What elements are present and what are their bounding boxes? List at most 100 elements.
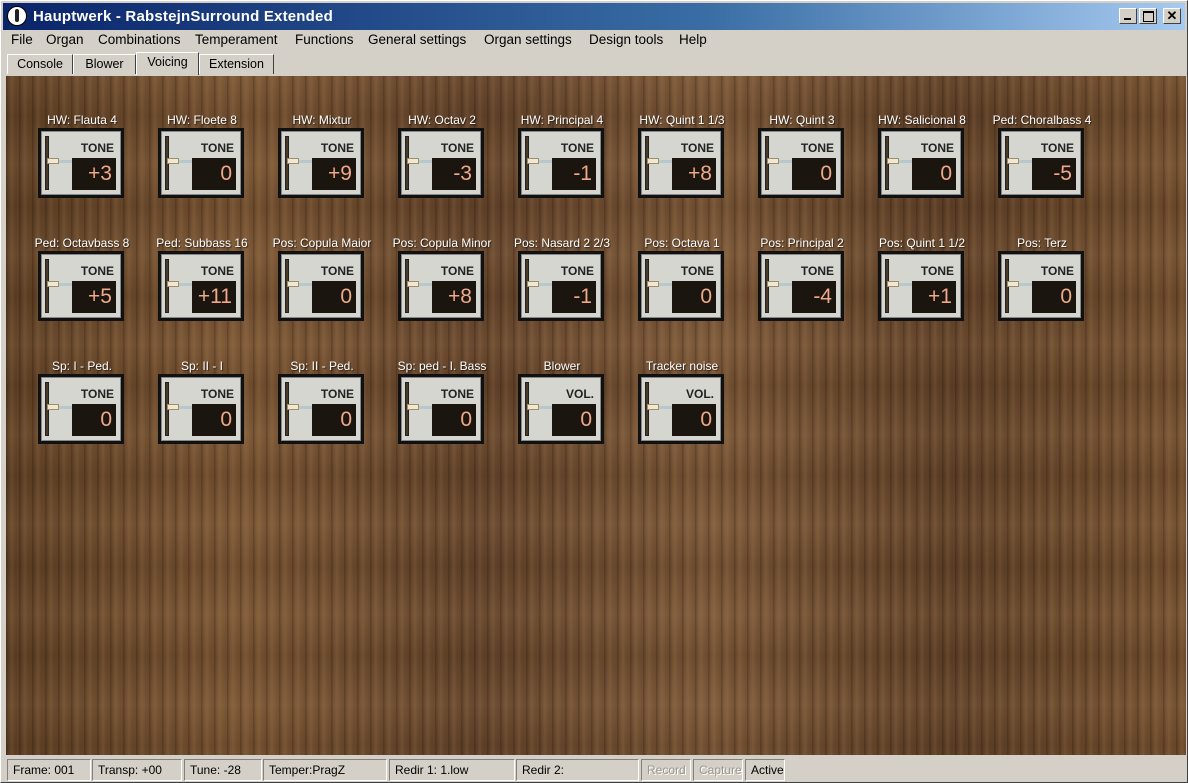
control-value-display: 0 [792, 158, 836, 190]
slider-handle[interactable] [47, 404, 59, 410]
voicing-control[interactable]: Ped: Choralbass 4 TONE -5 [993, 113, 1091, 198]
minimize-icon [1124, 18, 1131, 20]
voicing-control[interactable]: Ped: Octavbass 8 TONE +5 [34, 236, 130, 321]
voicing-control[interactable]: HW: Principal 4 TONE -1 [514, 113, 610, 198]
menu-organ[interactable]: Organ [46, 32, 84, 47]
voicing-control[interactable]: HW: Flauta 4 TONE +3 [34, 113, 130, 198]
control-kind-label: TONE [440, 141, 474, 155]
control-value-display: 0 [312, 281, 356, 313]
voicing-control[interactable]: Pos: Copula Minor TONE +8 [393, 236, 491, 321]
slider-handle[interactable] [767, 281, 779, 287]
slider-handle[interactable] [527, 281, 539, 287]
voicing-control[interactable]: Blower VOL. 0 [514, 359, 610, 444]
control-face: TONE -4 [761, 254, 841, 318]
tab-console[interactable]: Console [7, 54, 73, 74]
slider-handle[interactable] [767, 158, 779, 164]
slider-handle[interactable] [407, 281, 419, 287]
slider-handle[interactable] [887, 158, 899, 164]
control-frame: TONE 0 [998, 251, 1084, 321]
control-value-display: -5 [1032, 158, 1076, 190]
slider-handle[interactable] [647, 281, 659, 287]
voicing-control[interactable]: HW: Quint 3 TONE 0 [754, 113, 850, 198]
close-button[interactable]: ✕ [1163, 8, 1181, 24]
slider-handle[interactable] [1007, 281, 1019, 287]
control-label: HW: Quint 1 1/3 [639, 113, 725, 127]
tab-voicing[interactable]: Voicing [136, 52, 199, 75]
menu-help[interactable]: Help [679, 32, 707, 47]
voicing-control[interactable]: HW: Mixtur TONE +9 [274, 113, 370, 198]
voicing-control[interactable]: Sp: ped - I. Bass TONE 0 [394, 359, 490, 444]
slider-handle[interactable] [287, 404, 299, 410]
voicing-control[interactable]: Sp: II - I TONE 0 [154, 359, 250, 444]
slider-handle[interactable] [287, 281, 299, 287]
menu-temperament[interactable]: Temperament [195, 32, 278, 47]
menu-file[interactable]: File [11, 32, 33, 47]
voicing-control[interactable]: Pos: Nasard 2 2/3 TONE -1 [514, 236, 610, 321]
voicing-control[interactable]: Pos: Octava 1 TONE 0 [634, 236, 730, 321]
voicing-control[interactable]: HW: Octav 2 TONE -3 [394, 113, 490, 198]
tab-extension[interactable]: Extension [199, 54, 274, 74]
minimize-button[interactable] [1119, 8, 1137, 24]
voicing-control[interactable]: HW: Quint 1 1/3 TONE +8 [634, 113, 730, 198]
voicing-control[interactable]: Sp: I - Ped. TONE 0 [34, 359, 130, 444]
slider-handle[interactable] [167, 158, 179, 164]
control-value-display: 0 [72, 404, 116, 436]
voicing-control[interactable]: Pos: Principal 2 TONE -4 [754, 236, 850, 321]
slider-handle[interactable] [1007, 158, 1019, 164]
menu-general-settings[interactable]: General settings [368, 32, 466, 47]
slider-handle[interactable] [647, 158, 659, 164]
slider-handle[interactable] [647, 404, 659, 410]
menu-organ-settings[interactable]: Organ settings [484, 32, 572, 47]
slider-handle[interactable] [527, 404, 539, 410]
control-kind-label: TONE [320, 387, 354, 401]
voicing-control[interactable]: Sp: II - Ped. TONE 0 [274, 359, 370, 444]
voicing-control[interactable]: Tracker noise VOL. 0 [634, 359, 730, 444]
slider-handle[interactable] [407, 158, 419, 164]
control-label: Pos: Copula Minor [392, 236, 492, 250]
slider-handle[interactable] [167, 404, 179, 410]
control-face: TONE -1 [521, 254, 601, 318]
control-label: Pos: Nasard 2 2/3 [513, 236, 611, 250]
tab-bar: Console Blower Voicing Extension [7, 52, 1185, 75]
control-kind-label: TONE [680, 264, 714, 278]
control-frame: TONE -3 [398, 128, 484, 198]
voicing-control[interactable]: Pos: Copula Maior TONE 0 [273, 236, 371, 321]
control-kind-label: TONE [200, 141, 234, 155]
voicing-control[interactable]: Pos: Quint 1 1/2 TONE +1 [874, 236, 970, 321]
control-label: HW: Flauta 4 [47, 113, 117, 127]
menu-functions[interactable]: Functions [295, 32, 354, 47]
status-frame: Frame: 001 [7, 759, 91, 781]
menu-combinations[interactable]: Combinations [98, 32, 181, 47]
control-kind-label: TONE [320, 264, 354, 278]
slider-handle[interactable] [167, 281, 179, 287]
voicing-control[interactable]: HW: Salicional 8 TONE 0 [874, 113, 970, 198]
voicing-control[interactable]: Ped: Subbass 16 TONE +11 [154, 236, 250, 321]
maximize-button[interactable] [1139, 8, 1157, 24]
control-face: TONE 0 [41, 377, 121, 441]
tab-blower[interactable]: Blower [73, 54, 136, 74]
control-kind-label: TONE [80, 264, 114, 278]
slider-handle[interactable] [407, 404, 419, 410]
menu-design-tools[interactable]: Design tools [589, 32, 663, 47]
control-face: TONE 0 [1001, 254, 1081, 318]
control-kind-label: VOL. [685, 387, 714, 401]
control-label: Sp: II - I [180, 359, 223, 373]
control-face: TONE +1 [881, 254, 961, 318]
status-redir-1: Redir 1: 1.low [389, 759, 515, 781]
slider-handle[interactable] [47, 281, 59, 287]
control-face: TONE 0 [881, 131, 961, 195]
control-frame: TONE 0 [158, 128, 244, 198]
control-frame: TONE 0 [758, 128, 844, 198]
voicing-control[interactable]: HW: Floete 8 TONE 0 [154, 113, 250, 198]
control-value-display: 0 [672, 281, 716, 313]
slider-handle[interactable] [287, 158, 299, 164]
control-label: Blower [543, 359, 581, 373]
slider-handle[interactable] [47, 158, 59, 164]
slider-handle[interactable] [527, 158, 539, 164]
title-bar[interactable]: Hauptwerk - RabstejnSurround Extended ✕ [3, 3, 1185, 30]
voicing-control[interactable]: Pos: Terz TONE 0 [994, 236, 1090, 321]
control-value-display: 0 [192, 158, 236, 190]
slider-handle[interactable] [887, 281, 899, 287]
control-value-display: +1 [912, 281, 956, 313]
hauptwerk-logo-icon[interactable] [7, 6, 27, 26]
